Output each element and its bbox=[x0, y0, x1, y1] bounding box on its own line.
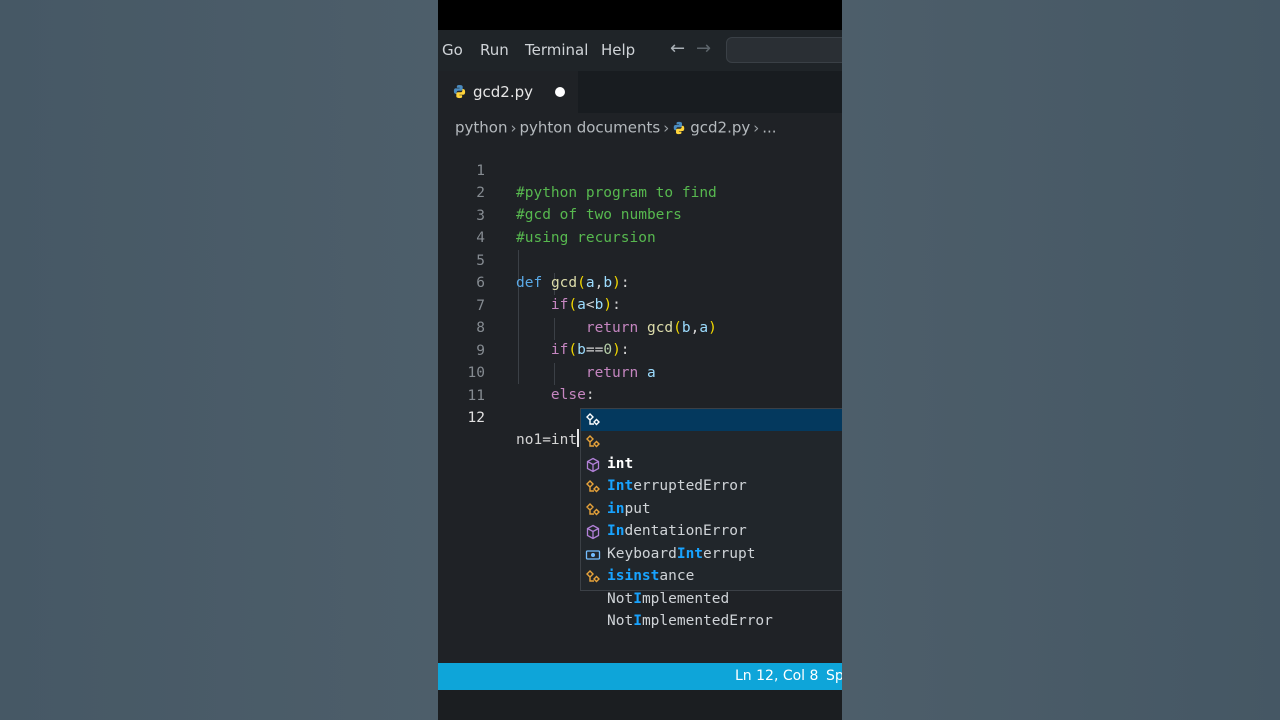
editor-area[interactable]: python › pyhton documents › gcd2.py ›... 1 #… bbox=[438, 113, 842, 663]
suggestion-match: I bbox=[633, 613, 642, 629]
suggestion-item[interactable]: KeyboardInterrupt bbox=[581, 499, 842, 562]
code-line: 11 return gcd(b,a%b) bbox=[438, 363, 842, 426]
menu-terminal[interactable]: Terminal bbox=[525, 41, 588, 59]
autocomplete-suggestions: int InterruptedError input IndentationEr… bbox=[580, 408, 842, 629]
current-line-text: no1=int bbox=[516, 432, 578, 448]
background-right bbox=[842, 0, 1280, 720]
breadcrumb: python › pyhton documents › gcd2.py ›... bbox=[455, 118, 777, 137]
breadcrumb-file[interactable]: gcd2.py bbox=[690, 119, 750, 137]
command-center-search[interactable] bbox=[726, 37, 842, 63]
code-line: 8 if(b==0): bbox=[438, 295, 842, 358]
letterbox-top bbox=[438, 0, 842, 30]
code-line: 3 #using recursion bbox=[438, 183, 842, 246]
code-line: 7 return gcd(b,a) bbox=[438, 273, 842, 336]
python-file-icon bbox=[673, 121, 685, 134]
suggestion-pre: Not bbox=[607, 613, 634, 629]
class-icon bbox=[586, 435, 600, 448]
suggestion-item[interactable]: int bbox=[581, 409, 842, 472]
suggestion-item[interactable]: isinstance bbox=[581, 521, 842, 584]
variable-icon bbox=[585, 550, 601, 560]
class-icon bbox=[586, 570, 600, 583]
python-file-icon bbox=[453, 84, 466, 99]
code-line: 5 def gcd(a,b): bbox=[438, 228, 842, 291]
back-arrow-icon[interactable]: ← bbox=[670, 38, 685, 59]
status-bar: Ln 12, Col 8 Sp bbox=[438, 663, 842, 690]
function-cube-icon bbox=[586, 457, 600, 473]
breadcrumb-python[interactable]: python bbox=[455, 119, 507, 137]
line-number: 12 bbox=[467, 410, 485, 426]
chevron-right-icon: › bbox=[510, 118, 517, 137]
menu-run[interactable]: Run bbox=[480, 41, 509, 59]
menu-go[interactable]: Go bbox=[442, 41, 463, 59]
tab-bar: gcd2.py bbox=[438, 71, 842, 113]
vscode-window: Go Run Terminal Help ← → gcd2.py python ›… bbox=[438, 0, 842, 720]
menu-bar: Go Run Terminal Help ← → bbox=[438, 30, 842, 71]
suggestion-item[interactable]: NotImplemented bbox=[581, 544, 842, 607]
unsaved-dot-icon[interactable] bbox=[555, 87, 565, 97]
cursor-position[interactable]: Ln 12, Col 8 bbox=[735, 668, 818, 684]
breadcrumb-folder[interactable]: pyhton documents bbox=[519, 119, 660, 137]
suggestion-item[interactable]: InterruptedError bbox=[581, 431, 842, 494]
suggestion-item[interactable]: NotImplementedError bbox=[581, 566, 842, 629]
text-cursor bbox=[577, 429, 580, 447]
suggestion-rest: mplementedError bbox=[641, 613, 773, 629]
background-left bbox=[0, 0, 438, 720]
code-line: 10 else: bbox=[438, 340, 842, 403]
class-icon bbox=[586, 503, 600, 516]
indentation-status[interactable]: Sp bbox=[826, 668, 842, 684]
code-line: 2 #gcd of two numbers bbox=[438, 160, 842, 223]
code-line: 6 if(a<b): bbox=[438, 250, 842, 313]
suggestion-item[interactable]: input bbox=[581, 454, 842, 517]
tab-label: gcd2.py bbox=[473, 83, 533, 101]
forward-arrow-icon[interactable]: → bbox=[696, 38, 711, 59]
suggestion-rest: mplemented bbox=[641, 591, 730, 607]
suggestion-item[interactable]: IndentationError bbox=[581, 476, 842, 539]
class-icon bbox=[586, 413, 600, 426]
breadcrumb-ellipsis[interactable]: ... bbox=[762, 119, 776, 137]
chevron-right-icon: › bbox=[753, 118, 760, 137]
class-icon bbox=[586, 480, 600, 493]
code-line: 4 bbox=[438, 205, 842, 246]
chevron-right-icon: › bbox=[663, 118, 670, 137]
code-line: 9 return a bbox=[438, 318, 842, 381]
code-line: 1 #python program to find bbox=[438, 138, 842, 201]
menu-help[interactable]: Help bbox=[601, 41, 635, 59]
code-line-current: 12 no1=int bbox=[438, 385, 842, 448]
tab-gcd2-py[interactable]: gcd2.py bbox=[438, 71, 578, 113]
code-text[interactable]: no1=int bbox=[516, 429, 580, 451]
function-cube-icon bbox=[586, 524, 600, 540]
letterbox-bottom bbox=[438, 690, 842, 720]
